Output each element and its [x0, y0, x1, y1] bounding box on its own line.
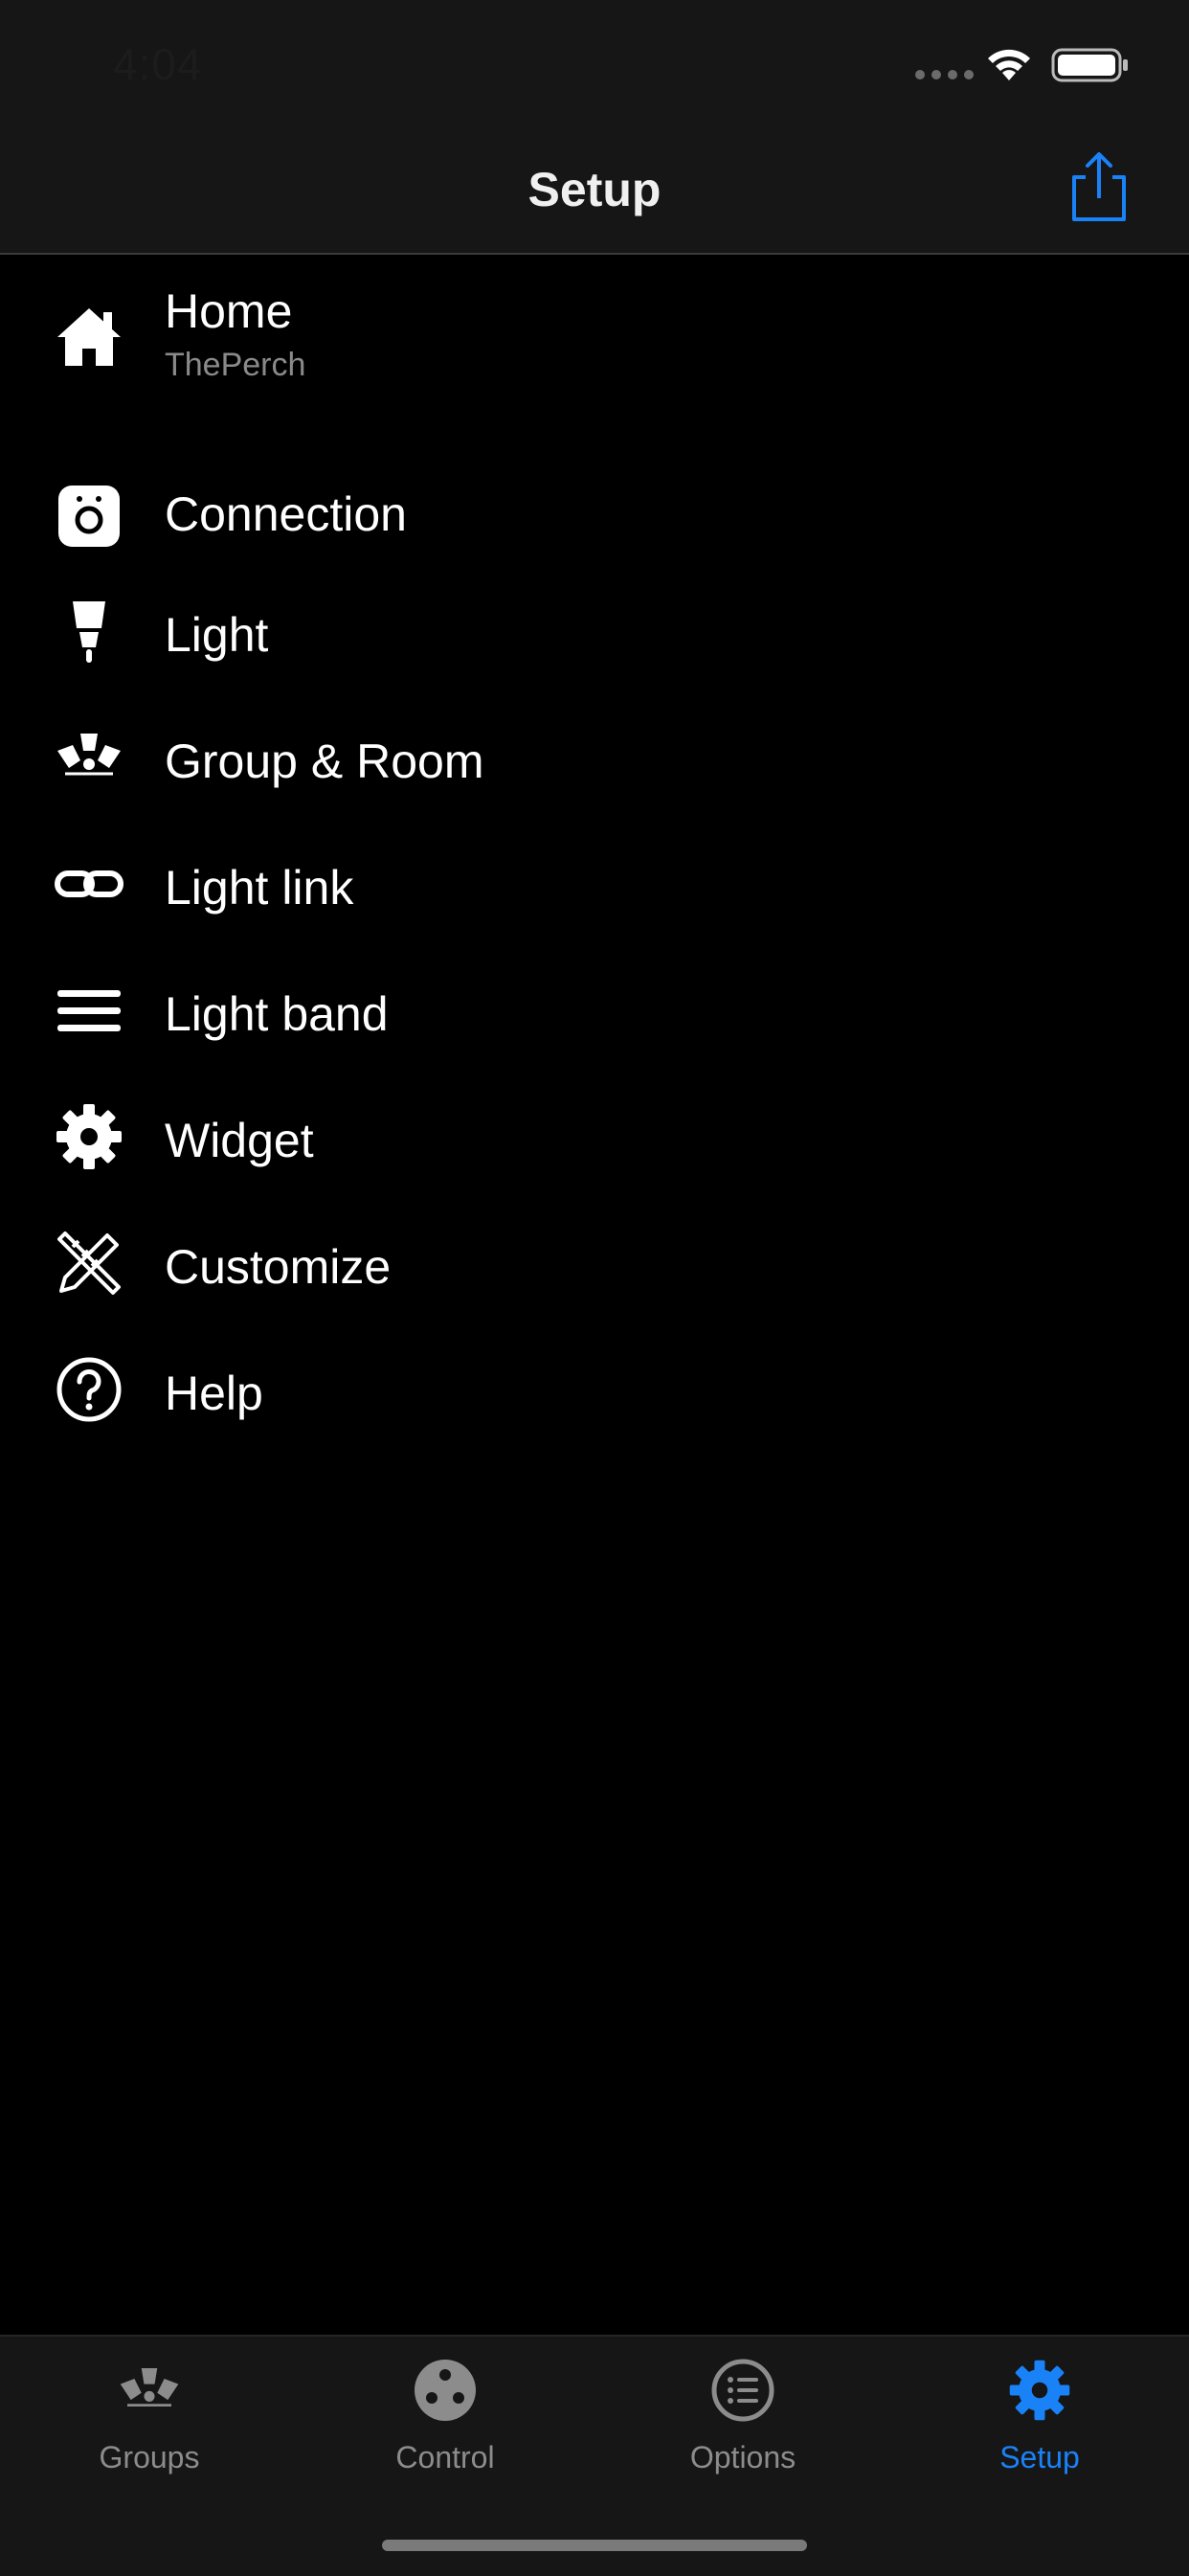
- menu-item-light[interactable]: Light: [0, 569, 1189, 695]
- navigation-bar: Setup: [0, 129, 1189, 255]
- group-lights-icon: [54, 722, 124, 793]
- question-circle-icon: [54, 1354, 124, 1425]
- pencil-ruler-icon: [54, 1228, 124, 1299]
- bars-icon: [54, 975, 124, 1046]
- status-bar: 4:04: [0, 0, 1189, 129]
- menu-item-group-room[interactable]: Group & Room: [0, 695, 1189, 822]
- menu-label: Customize: [165, 1240, 392, 1294]
- status-time: 4:04: [113, 39, 203, 89]
- link-icon: [54, 848, 124, 919]
- gear-icon: [1009, 2360, 1070, 2421]
- tab-control[interactable]: Control: [349, 2337, 541, 2490]
- menu-label: Group & Room: [165, 734, 484, 788]
- control-dial-icon: [415, 2360, 476, 2421]
- house-icon: [54, 301, 124, 372]
- menu-label: Connection: [165, 487, 407, 541]
- page-title: Setup: [527, 163, 662, 216]
- tab-bar: Groups Control Options Setup: [0, 2335, 1189, 2576]
- menu-label: Light: [165, 608, 269, 662]
- menu-subtitle: ThePerch: [165, 347, 306, 383]
- cellular-signal-icon: [915, 70, 974, 79]
- menu-label: Home: [165, 284, 293, 338]
- tab-label: Groups: [99, 2440, 200, 2474]
- tab-setup[interactable]: Setup: [944, 2337, 1135, 2490]
- menu-item-customize[interactable]: Customize: [0, 1201, 1189, 1327]
- menu-label: Light band: [165, 987, 389, 1041]
- menu-item-light-band[interactable]: Light band: [0, 948, 1189, 1074]
- wifi-icon: [988, 49, 1030, 80]
- menu-label: Widget: [165, 1114, 314, 1167]
- menu-item-help[interactable]: Help: [0, 1327, 1189, 1454]
- menu-item-home[interactable]: Home ThePerch: [0, 255, 1189, 418]
- tab-label: Control: [395, 2440, 495, 2474]
- share-button[interactable]: [1063, 148, 1135, 225]
- tab-options[interactable]: Options: [647, 2337, 839, 2490]
- gear-icon: [54, 1101, 124, 1172]
- bridge-icon: [54, 481, 124, 552]
- home-indicator[interactable]: [382, 2540, 807, 2551]
- group-lights-icon: [120, 2368, 179, 2407]
- menu-item-connection[interactable]: Connection: [0, 442, 1189, 569]
- tab-label: Options: [689, 2440, 796, 2474]
- menu-item-light-link[interactable]: Light link: [0, 822, 1189, 948]
- menu-label: Help: [165, 1367, 263, 1420]
- bulb-icon: [54, 596, 124, 667]
- tab-groups[interactable]: Groups: [54, 2337, 245, 2490]
- tab-label: Setup: [999, 2440, 1080, 2474]
- menu-label: Light link: [165, 861, 354, 915]
- share-icon: [1072, 152, 1126, 221]
- list-circle-icon: [711, 2359, 774, 2422]
- battery-icon: [1051, 48, 1128, 82]
- menu-item-widget[interactable]: Widget: [0, 1074, 1189, 1201]
